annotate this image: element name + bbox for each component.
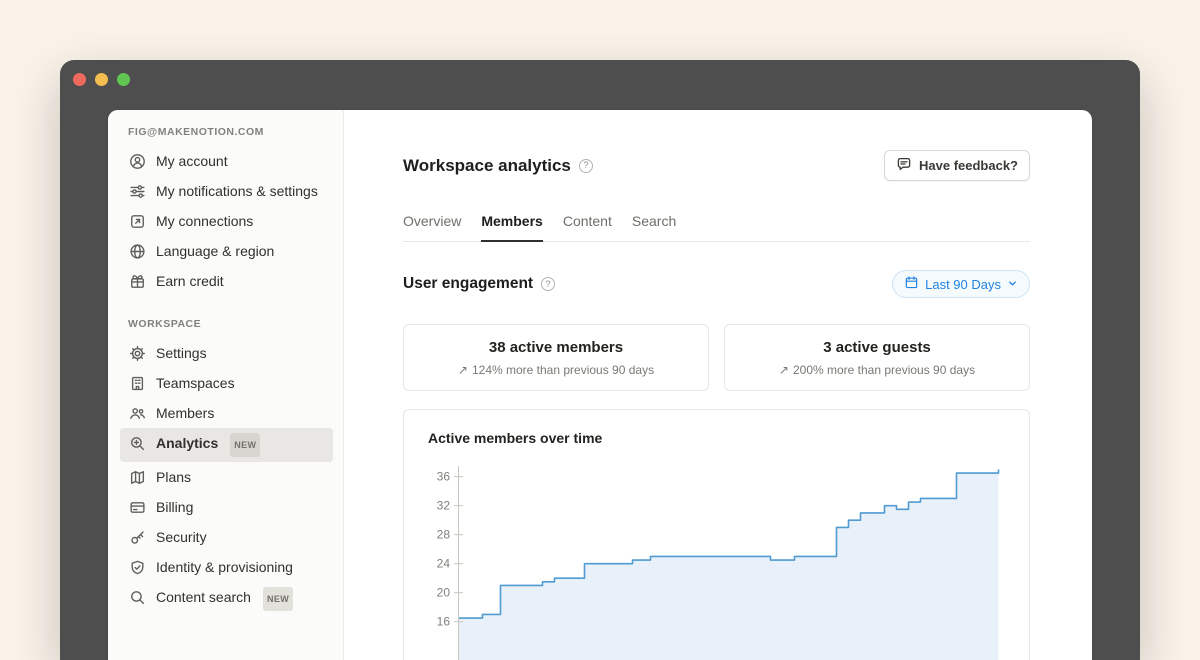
sidebar-item-label: Teamspaces [156, 373, 235, 393]
have-feedback-button[interactable]: Have feedback? [884, 150, 1030, 181]
svg-text:16: 16 [437, 615, 451, 629]
sidebar-item-label: My account [156, 151, 228, 171]
sidebar-item-language-region[interactable]: Language & region [120, 236, 333, 266]
sidebar-item-members[interactable]: Members [120, 398, 333, 428]
gear-icon [128, 344, 146, 362]
settings-panel: FIG@MAKENOTION.COM My account My notific… [108, 110, 1092, 660]
trend-up-icon: ↗ [779, 363, 789, 377]
tab-search[interactable]: Search [632, 213, 676, 241]
sidebar-item-label: Language & region [156, 241, 274, 261]
sidebar-item-content-search[interactable]: Content search NEW [120, 582, 333, 616]
tab-members[interactable]: Members [481, 213, 542, 242]
sidebar-item-label: Members [156, 403, 214, 423]
tab-overview[interactable]: Overview [403, 213, 461, 241]
people-icon [128, 404, 146, 422]
sidebar-item-security[interactable]: Security [120, 522, 333, 552]
chevron-down-icon [1007, 277, 1018, 292]
date-range-label: Last 90 Days [925, 277, 1001, 292]
stat-change: ↗124% more than previous 90 days [404, 363, 708, 377]
svg-text:28: 28 [437, 528, 451, 542]
key-icon [128, 528, 146, 546]
feedback-button-label: Have feedback? [919, 158, 1018, 173]
sidebar-item-label: Analytics [156, 433, 218, 453]
sidebar-item-notifications-settings[interactable]: My notifications & settings [120, 176, 333, 206]
building-icon [128, 374, 146, 392]
sidebar-item-settings[interactable]: Settings [120, 338, 333, 368]
sidebar-item-identity-provisioning[interactable]: Identity & provisioning [120, 552, 333, 582]
help-icon[interactable]: ? [579, 159, 593, 173]
sidebar-item-label: Settings [156, 343, 207, 363]
sidebar-item-my-account[interactable]: My account [120, 146, 333, 176]
user-engagement-heading: User engagement [403, 275, 533, 293]
trend-up-icon: ↗ [458, 363, 468, 377]
sidebar-item-label: Plans [156, 467, 191, 487]
close-window-button[interactable] [73, 73, 86, 86]
sidebar-item-label: Security [156, 527, 207, 547]
active-members-chart: 36 32 28 24 20 16 [428, 460, 1005, 660]
main-content: Workspace analytics ? Have feedback? Ove… [344, 110, 1092, 660]
arrow-up-right-square-icon [128, 212, 146, 230]
new-badge: NEW [230, 433, 260, 457]
credit-card-icon [128, 498, 146, 516]
analytics-tabs: Overview Members Content Search [403, 213, 1030, 242]
window-controls [73, 73, 130, 86]
svg-text:20: 20 [437, 586, 451, 600]
account-email: FIG@MAKENOTION.COM [120, 126, 333, 138]
gift-icon [128, 272, 146, 290]
svg-text:24: 24 [437, 557, 451, 571]
sidebar-item-label: My connections [156, 211, 253, 231]
globe-icon [128, 242, 146, 260]
sidebar-item-label: My notifications & settings [156, 181, 318, 201]
new-badge: NEW [263, 587, 293, 611]
sidebar-item-label: Earn credit [156, 271, 224, 291]
chart-title: Active members over time [428, 430, 1005, 446]
svg-text:32: 32 [437, 499, 451, 513]
sidebar-item-earn-credit[interactable]: Earn credit [120, 266, 333, 296]
stat-value: 38 active members [404, 339, 708, 356]
sidebar-item-label: Billing [156, 497, 193, 517]
help-icon[interactable]: ? [541, 277, 555, 291]
shield-check-icon [128, 558, 146, 576]
sidebar-item-label: Content search [156, 587, 251, 607]
calendar-icon [904, 275, 919, 293]
speech-bubble-icon [896, 156, 912, 175]
page-title: Workspace analytics [403, 156, 571, 176]
sidebar-item-my-connections[interactable]: My connections [120, 206, 333, 236]
zoom-window-button[interactable] [117, 73, 130, 86]
date-range-dropdown[interactable]: Last 90 Days [892, 270, 1030, 298]
sidebar-item-label: Identity & provisioning [156, 557, 293, 577]
svg-text:36: 36 [437, 470, 451, 484]
tab-content[interactable]: Content [563, 213, 612, 241]
stat-change: ↗200% more than previous 90 days [725, 363, 1029, 377]
sidebar-item-teamspaces[interactable]: Teamspaces [120, 368, 333, 398]
active-members-chart-card: Active members over time 36 32 28 24 20 16 [403, 409, 1030, 660]
stat-value: 3 active guests [725, 339, 1029, 356]
app-window: FIG@MAKENOTION.COM My account My notific… [60, 60, 1140, 660]
minimize-window-button[interactable] [95, 73, 108, 86]
sidebar-item-billing[interactable]: Billing [120, 492, 333, 522]
active-guests-stat-card: 3 active guests ↗200% more than previous… [724, 324, 1030, 391]
settings-sidebar: FIG@MAKENOTION.COM My account My notific… [108, 110, 344, 660]
sidebar-item-plans[interactable]: Plans [120, 462, 333, 492]
avatar-icon [128, 152, 146, 170]
sliders-icon [128, 182, 146, 200]
active-members-stat-card: 38 active members ↗124% more than previo… [403, 324, 709, 391]
map-icon [128, 468, 146, 486]
analytics-zoom-icon [128, 434, 146, 452]
workspace-section-heading: WORKSPACE [120, 318, 333, 330]
search-icon [128, 588, 146, 606]
sidebar-item-analytics[interactable]: Analytics NEW [120, 428, 333, 462]
